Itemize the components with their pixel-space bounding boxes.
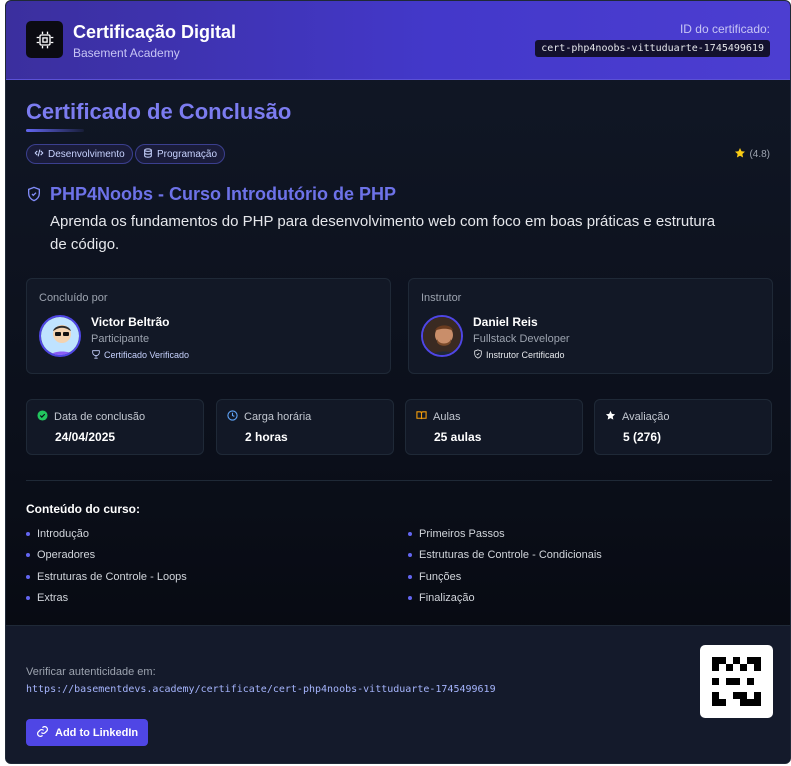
stat-label: Carga horária <box>244 411 312 423</box>
instructor-badge: Instrutor Certificado <box>473 349 565 361</box>
list-item: Estruturas de Controle - Condicionais <box>408 549 602 561</box>
student-card: Concluído por Victor Beltrão Participant… <box>26 278 391 374</box>
stat-value: 5 (276) <box>623 430 662 444</box>
section-divider <box>26 480 772 481</box>
course-description: Aprenda os fundamentos do PHP para desen… <box>50 213 716 253</box>
stat-value: 24/04/2025 <box>55 430 116 444</box>
stat-label-wrap: Avaliação <box>605 410 670 424</box>
certificate-footer: Verificar autenticidade em: https://base… <box>6 625 790 763</box>
bullet-icon <box>408 553 412 557</box>
stat-lessons: Aulas 25 aulas <box>405 399 583 455</box>
list-item: Extras <box>26 592 68 604</box>
student-label: Concluído por <box>39 292 108 304</box>
linkedin-button-label: Add to LinkedIn <box>55 726 139 739</box>
rating-value: (4.8) <box>749 149 770 160</box>
qr-code <box>700 645 773 718</box>
verify-url-link[interactable]: https://basementdevs.academy/certificate… <box>26 684 496 695</box>
course-content-title: Conteúdo do curso: <box>26 502 140 516</box>
list-item: Finalização <box>408 592 475 604</box>
tag-programacao: Programação <box>135 144 226 164</box>
stat-value: 2 horas <box>245 430 288 444</box>
instructor-avatar <box>421 315 463 357</box>
title-underline <box>26 129 84 132</box>
list-item: Funções <box>408 571 461 583</box>
shield-icon <box>26 186 42 207</box>
link-icon <box>36 725 49 741</box>
stat-label-wrap: Carga horária <box>227 410 311 424</box>
stat-completion-date: Data de conclusão 24/04/2025 <box>26 399 204 455</box>
verified-badge-label: Certificado Verificado <box>104 350 190 360</box>
database-icon <box>143 147 153 161</box>
instructor-name: Daniel Reis <box>473 315 538 329</box>
instructor-badge-label: Instrutor Certificado <box>486 350 565 360</box>
module-label: Estruturas de Controle - Loops <box>37 571 187 583</box>
module-label: Extras <box>37 592 69 604</box>
shield-check-icon <box>473 349 483 361</box>
header-subtitle: Basement Academy <box>73 46 180 60</box>
instructor-label: Instrutor <box>421 292 462 304</box>
tag-label: Desenvolvimento <box>48 148 125 160</box>
page-title: Certificado de Conclusão <box>26 99 292 124</box>
award-icon <box>91 349 101 361</box>
student-role: Participante <box>91 333 150 345</box>
certificate-card: Certificação Digital Basement Academy ID… <box>5 0 791 764</box>
list-item: Primeiros Passos <box>408 528 505 540</box>
certificate-id-value: cert-php4noobs-vittuduarte-1745499619 <box>535 40 770 57</box>
stat-rating: Avaliação 5 (276) <box>594 399 772 455</box>
bullet-icon <box>408 575 412 579</box>
stat-label: Data de conclusão <box>54 411 146 423</box>
student-avatar <box>39 315 81 357</box>
verify-label: Verificar autenticidade em: <box>26 666 156 678</box>
book-icon <box>416 410 427 424</box>
tag-desenvolvimento: Desenvolvimento <box>26 144 133 164</box>
certificate-header: Certificação Digital Basement Academy ID… <box>6 1 790 80</box>
star-icon <box>734 147 746 162</box>
module-label: Operadores <box>37 549 96 561</box>
stat-label: Avaliação <box>622 411 670 423</box>
stat-value: 25 aulas <box>434 430 482 444</box>
module-label: Primeiros Passos <box>419 528 505 540</box>
stat-label-wrap: Data de conclusão <box>37 410 145 424</box>
instructor-role: Fullstack Developer <box>473 333 570 345</box>
module-label: Introdução <box>37 528 89 540</box>
header-title: Certificação Digital <box>73 22 237 42</box>
bullet-icon <box>26 553 30 557</box>
instructor-card: Instrutor Daniel Reis Fullstack Develope… <box>408 278 773 374</box>
verified-badge: Certificado Verificado <box>91 349 189 361</box>
list-item: Operadores <box>26 549 95 561</box>
stat-workload: Carga horária 2 horas <box>216 399 394 455</box>
module-label: Finalização <box>419 592 475 604</box>
list-item: Introdução <box>26 528 89 540</box>
stat-label: Aulas <box>433 411 461 423</box>
tag-label: Programação <box>157 148 218 160</box>
add-to-linkedin-button[interactable]: Add to LinkedIn <box>26 719 149 746</box>
star-icon <box>605 410 616 424</box>
course-title: PHP4Noobs - Curso Introdutório de PHP <box>50 184 397 204</box>
list-item: Estruturas de Controle - Loops <box>26 571 187 583</box>
bullet-icon <box>26 596 30 600</box>
module-label: Funções <box>419 571 462 583</box>
code-icon <box>34 148 44 161</box>
certificate-id-label: ID do certificado: <box>679 22 770 36</box>
bullet-icon <box>408 596 412 600</box>
chip-icon <box>26 21 63 58</box>
clock-icon <box>227 410 238 424</box>
bullet-icon <box>26 532 30 536</box>
bullet-icon <box>26 575 30 579</box>
module-label: Estruturas de Controle - Condicionais <box>419 549 602 561</box>
course-rating: (4.8) <box>734 147 770 162</box>
check-circle-icon <box>37 410 48 424</box>
student-name: Victor Beltrão <box>91 315 170 329</box>
stat-label-wrap: Aulas <box>416 410 461 424</box>
bullet-icon <box>408 532 412 536</box>
